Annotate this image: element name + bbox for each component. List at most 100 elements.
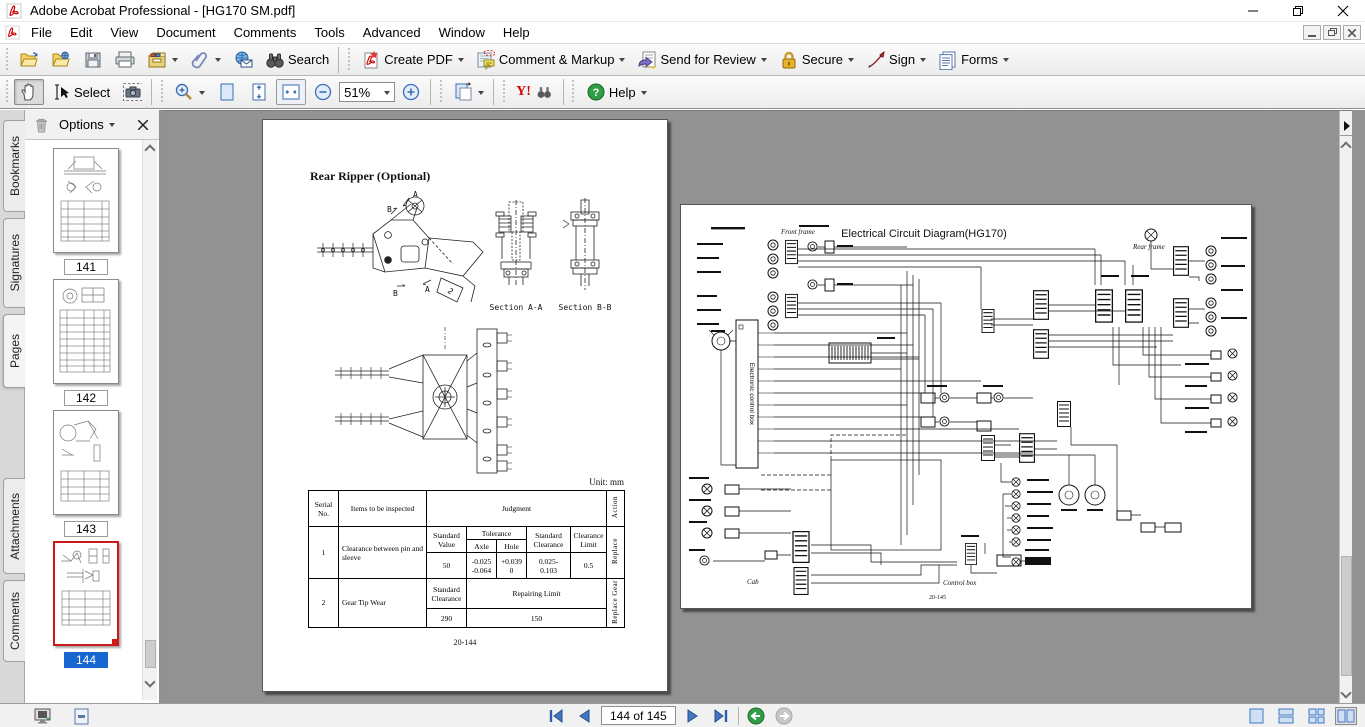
tab-comments[interactable]: Comments (3, 580, 25, 662)
first-page-button[interactable] (545, 707, 567, 725)
thumbnail-page-142[interactable]: 142 (53, 279, 119, 406)
show-howto-pane-button[interactable] (1340, 116, 1353, 136)
panel-close-button[interactable] (133, 115, 153, 135)
single-page-button[interactable] (1245, 707, 1267, 725)
toolbar-grip[interactable] (438, 80, 443, 104)
menu-view[interactable]: View (101, 23, 147, 42)
page-display-button[interactable] (448, 79, 489, 105)
toolbar-grip[interactable] (4, 48, 9, 72)
menu-window[interactable]: Window (430, 23, 494, 42)
next-page-button[interactable] (682, 707, 704, 725)
select-tool-button[interactable]: Select (46, 79, 115, 105)
thumbnail-label[interactable]: 143 (64, 521, 108, 537)
actual-size-button[interactable] (212, 79, 242, 105)
menu-file[interactable]: File (22, 23, 61, 42)
thumbnail-label[interactable]: 144 (64, 652, 108, 668)
doc-minimize-button[interactable] (1303, 25, 1321, 40)
menu-help[interactable]: Help (494, 23, 539, 42)
circuit-diagram: Electrical Circuit Diagram(HG170) Front … (681, 205, 1251, 608)
screen-mode-icon[interactable] (33, 707, 51, 725)
thumbnail-page-143[interactable]: 143 (53, 410, 119, 537)
facing-button[interactable] (1335, 707, 1357, 725)
document-scrollbar[interactable] (1339, 111, 1352, 704)
tab-bookmarks[interactable]: Bookmarks (3, 120, 25, 212)
forms-button[interactable]: Forms (933, 47, 1014, 73)
toolbar-grip[interactable] (501, 80, 506, 104)
thumbnail-page-141[interactable]: 141 (53, 148, 119, 275)
snapshot-tool-button[interactable] (117, 79, 147, 105)
fit-width-button[interactable] (276, 79, 306, 105)
doc-close-button[interactable] (1343, 25, 1361, 40)
close-button[interactable] (1320, 0, 1365, 22)
pdf-page-144: Rear Ripper (Optional) (262, 119, 668, 692)
page-indicator[interactable]: 144 of 145 (601, 706, 676, 725)
next-view-button[interactable] (773, 707, 795, 725)
options-menu-button[interactable]: Options (59, 117, 115, 132)
comment-markup-button[interactable]: Comment & Markup (471, 47, 631, 73)
unit-label: Unit: mm (308, 477, 624, 487)
organizer-button[interactable] (142, 47, 183, 73)
tab-signatures[interactable]: Signatures (3, 218, 25, 308)
menu-advanced[interactable]: Advanced (354, 23, 430, 42)
zoom-level-value: 51% (344, 85, 370, 100)
attach-button[interactable] (185, 47, 226, 73)
doc-scroll-up-arrow[interactable] (1340, 141, 1351, 152)
yahoo-search-button[interactable]: Y! (511, 79, 559, 105)
menu-tools[interactable]: Tools (305, 23, 353, 42)
send-review-button[interactable]: Send for Review (632, 47, 771, 73)
continuous-facing-button[interactable] (1305, 707, 1327, 725)
menu-edit[interactable]: Edit (61, 23, 101, 42)
minimize-button[interactable] (1230, 0, 1275, 22)
zoom-out-button[interactable] (308, 79, 338, 105)
create-pdf-button[interactable]: Create PDF (356, 47, 469, 73)
secure-button[interactable]: Secure (774, 47, 859, 73)
hand-tool-button[interactable] (14, 79, 44, 105)
thumbnail-page-144[interactable]: 144 (53, 541, 119, 668)
dropdown-arrow-icon (848, 58, 854, 65)
previous-view-button[interactable] (745, 707, 767, 725)
last-page-button[interactable] (710, 707, 732, 725)
toolbar-grip[interactable] (159, 80, 164, 104)
zoom-level-combobox[interactable]: 51% (339, 82, 395, 102)
trash-icon[interactable] (31, 115, 51, 135)
fit-page-button[interactable] (244, 79, 274, 105)
thumbnail-label[interactable]: 142 (64, 390, 108, 406)
doc-restore-button[interactable] (1323, 25, 1341, 40)
toolbar-grip[interactable] (4, 80, 9, 104)
zoom-in-button[interactable] (396, 79, 426, 105)
restore-button[interactable] (1275, 0, 1320, 22)
menu-document[interactable]: Document (147, 23, 224, 42)
dropdown-arrow-icon (458, 58, 464, 65)
open-button[interactable] (14, 47, 44, 73)
toolbar-grip[interactable] (346, 48, 351, 72)
thumbnail-scrollbar[interactable] (142, 140, 157, 700)
sign-button[interactable]: Sign (861, 47, 931, 73)
row1-hole-value: +0.039 0 (497, 553, 527, 579)
zoom-tool-button[interactable] (169, 79, 210, 105)
scroll-up-arrow[interactable] (144, 144, 155, 155)
search-button[interactable]: Search (260, 47, 334, 73)
tab-pages[interactable]: Pages (3, 314, 26, 388)
toolbar-grip[interactable] (571, 80, 576, 104)
row2-repairing-header: Repairing Limit (467, 579, 607, 609)
email-button[interactable] (228, 47, 258, 73)
comment-markup-icon (476, 50, 496, 70)
continuous-button[interactable] (1275, 707, 1297, 725)
scrollbar-thumb[interactable] (145, 640, 156, 668)
scroll-down-arrow[interactable] (144, 676, 155, 687)
thumbnail-label[interactable]: 141 (64, 259, 108, 275)
menu-comments[interactable]: Comments (225, 23, 306, 42)
help-button[interactable]: ? Help (581, 79, 652, 105)
tab-attachments[interactable]: Attachments (3, 478, 25, 574)
doc-scroll-down-arrow[interactable] (1340, 687, 1351, 698)
col-action-header: Action (607, 491, 625, 527)
open-web-button[interactable] (46, 47, 76, 73)
pdf-page-145: Electrical Circuit Diagram(HG170) Front … (680, 204, 1252, 609)
hole-header: Hole (497, 540, 527, 553)
previous-page-button[interactable] (573, 707, 595, 725)
doc-scrollbar-thumb[interactable] (1341, 556, 1352, 676)
save-button[interactable] (78, 47, 108, 73)
row1-action: Replace (607, 527, 625, 579)
page-size-icon[interactable] (72, 707, 90, 725)
print-button[interactable] (110, 47, 140, 73)
